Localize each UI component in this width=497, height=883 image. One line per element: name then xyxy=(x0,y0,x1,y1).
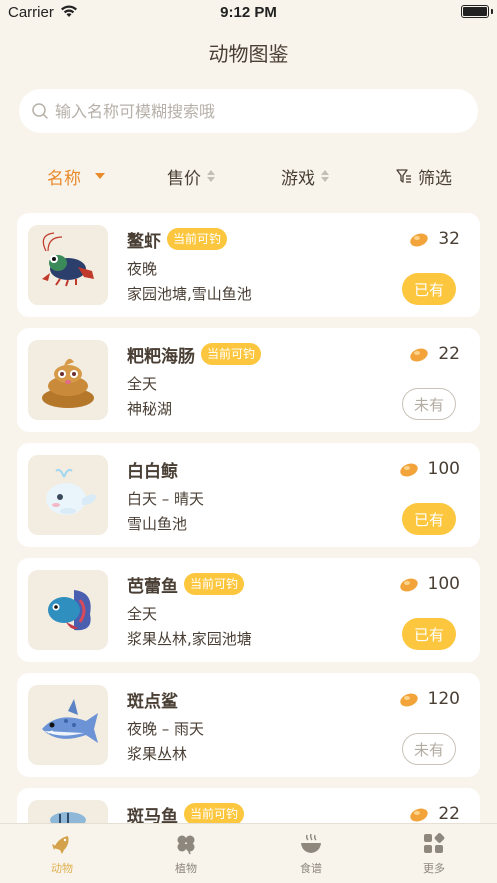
animal-location: 雪山鱼池 xyxy=(127,515,188,533)
animal-name: 粑粑海肠 xyxy=(127,346,195,367)
sort-name-label: 名称 xyxy=(47,168,81,189)
search-bar[interactable] xyxy=(19,89,478,133)
coin-icon xyxy=(399,693,418,707)
animal-time: 全天 xyxy=(127,605,158,623)
owned-toggle-button[interactable]: 已有 xyxy=(402,273,456,305)
page-title: 动物图鉴 xyxy=(208,42,289,66)
animal-location: 浆果丛林 xyxy=(127,745,188,763)
animal-card[interactable]: 鳌虾 当前可钓 夜晚 家园池塘,雪山鱼池 32 已有 xyxy=(17,213,480,317)
filter-button[interactable]: 筛选 xyxy=(396,162,452,190)
animal-price: 120 xyxy=(398,687,460,711)
tab-label: 植物 xyxy=(175,862,197,875)
price-value: 100 xyxy=(427,459,460,479)
animal-card[interactable]: 斑点鲨 夜晚 – 雨天 浆果丛林 120 未有 xyxy=(17,673,480,777)
animal-card[interactable]: 粑粑海肠 当前可钓 全天 神秘湖 22 未有 xyxy=(17,328,480,432)
bowl-icon xyxy=(301,833,321,853)
search-icon xyxy=(32,103,48,119)
betta-fish-icon xyxy=(48,590,91,631)
animal-price: 100 xyxy=(398,572,460,596)
price-value: 120 xyxy=(427,689,460,709)
price-value: 22 xyxy=(438,344,460,364)
price-value: 100 xyxy=(427,574,460,594)
animal-location: 家园池塘,雪山鱼池 xyxy=(127,285,252,303)
sort-by-price[interactable]: 售价 xyxy=(167,162,215,190)
fish-icon xyxy=(52,836,69,854)
coin-icon xyxy=(399,463,418,477)
price-value: 22 xyxy=(438,804,460,824)
coin-icon xyxy=(410,233,429,247)
animal-location: 浆果丛林,家园池塘 xyxy=(127,630,252,648)
battery-icon xyxy=(461,5,489,18)
sort-bar: 名称 售价 游戏 筛选 xyxy=(0,162,497,190)
grid-icon xyxy=(424,833,445,853)
animal-thumbnail xyxy=(28,455,108,535)
animal-price: 22 xyxy=(408,342,460,366)
owned-toggle-button[interactable]: 已有 xyxy=(402,618,456,650)
sort-by-name[interactable]: 名称 xyxy=(47,162,105,190)
sort-arrows-icon xyxy=(321,170,329,182)
animal-time: 全天 xyxy=(127,375,158,393)
catchable-badge: 当前可钓 xyxy=(184,803,245,825)
spotted-shark-icon xyxy=(42,699,98,743)
tab-more[interactable]: 更多 xyxy=(394,832,474,880)
animal-name: 斑点鲨 xyxy=(127,691,178,712)
animal-time: 夜晚 xyxy=(127,260,158,278)
animal-thumbnail xyxy=(28,570,108,650)
clock: 9:12 PM xyxy=(220,4,277,21)
catchable-badge: 当前可钓 xyxy=(201,343,262,365)
animal-card[interactable]: 白白鲸 白天 – 晴天 雪山鱼池 100 已有 xyxy=(17,443,480,547)
caret-down-icon xyxy=(95,173,105,179)
tab-animals[interactable]: 动物 xyxy=(22,832,102,880)
price-value: 32 xyxy=(438,229,460,249)
sort-game-label: 游戏 xyxy=(281,168,315,189)
battery-tip xyxy=(491,9,493,14)
tab-plants[interactable]: 植物 xyxy=(146,832,226,880)
catchable-badge: 当前可钓 xyxy=(167,228,228,250)
clover-icon xyxy=(177,835,195,855)
animal-thumbnail xyxy=(28,225,108,305)
tab-recipes[interactable]: 食谱 xyxy=(271,832,351,880)
owned-toggle-button[interactable]: 未有 xyxy=(402,733,456,765)
animal-name: 白白鲸 xyxy=(127,461,178,482)
sort-price-label: 售价 xyxy=(167,168,201,189)
animal-thumbnail xyxy=(28,340,108,420)
filter-label: 筛选 xyxy=(418,168,452,189)
animal-price: 100 xyxy=(398,457,460,481)
filter-icon xyxy=(396,169,411,183)
owned-toggle-button[interactable]: 已有 xyxy=(402,503,456,535)
sort-arrows-icon xyxy=(207,170,215,182)
animal-card[interactable]: 芭蕾鱼 当前可钓 全天 浆果丛林,家园池塘 100 已有 xyxy=(17,558,480,662)
animal-time: 夜晚 – 雨天 xyxy=(127,720,205,738)
animal-thumbnail xyxy=(28,685,108,765)
tab-label: 动物 xyxy=(51,862,73,875)
beluga-icon xyxy=(46,468,96,515)
status-bar: Carrier 9:12 PM xyxy=(0,0,497,26)
tab-label: 食谱 xyxy=(300,862,322,875)
tab-label: 更多 xyxy=(423,862,445,875)
animal-time: 白天 – 晴天 xyxy=(127,490,205,508)
coin-icon xyxy=(410,808,429,822)
animal-name: 芭蕾鱼 xyxy=(127,576,178,597)
search-input[interactable] xyxy=(55,89,465,133)
coin-icon xyxy=(399,578,418,592)
owned-toggle-button[interactable]: 未有 xyxy=(402,388,456,420)
catchable-badge: 当前可钓 xyxy=(184,573,245,595)
animal-price: 32 xyxy=(408,227,460,251)
tab-bar: 动物 植物 食谱 更多 xyxy=(0,823,497,883)
sort-by-game[interactable]: 游戏 xyxy=(281,162,329,190)
poop-worm-icon xyxy=(42,358,94,408)
animal-name: 鳌虾 xyxy=(127,231,161,252)
animal-location: 神秘湖 xyxy=(127,400,173,418)
coin-icon xyxy=(410,348,429,362)
crayfish-icon xyxy=(42,232,94,287)
